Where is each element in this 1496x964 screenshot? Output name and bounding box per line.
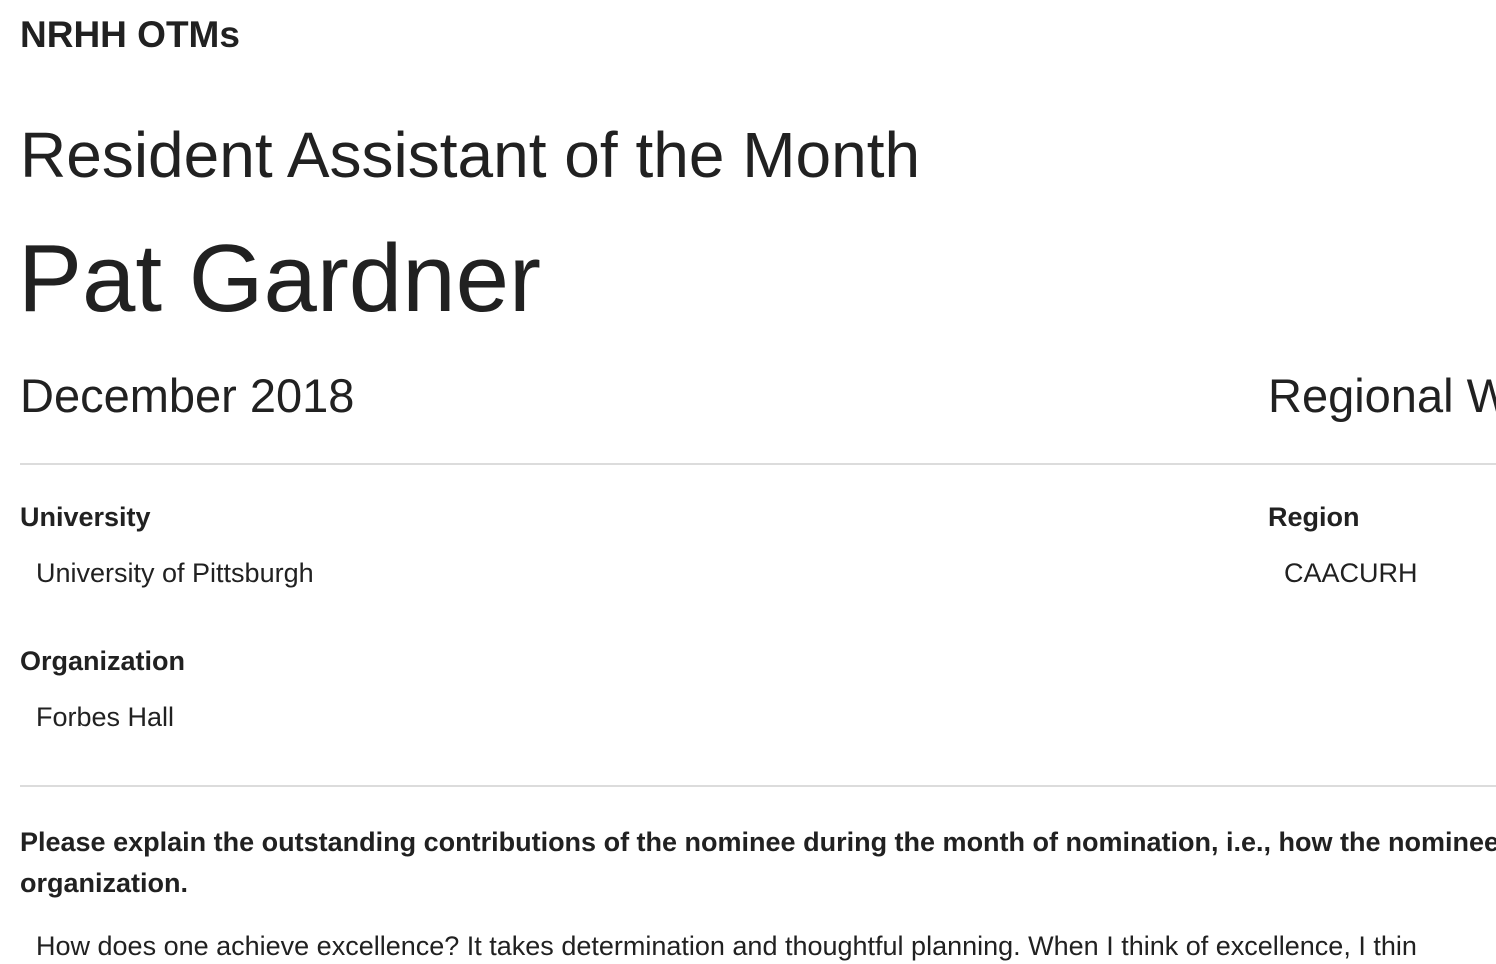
- award-month: December 2018: [20, 369, 355, 422]
- nominee-name: Pat Gardner: [18, 225, 541, 332]
- nomination-answer: How does one achieve excellence? It take…: [36, 931, 1417, 961]
- region-value: CAACURH: [1284, 558, 1418, 588]
- nomination-question: Please explain the outstanding contribut…: [20, 827, 1496, 898]
- section-divider: [20, 463, 1496, 465]
- organization-value: Forbes Hall: [36, 702, 175, 732]
- university-value: University of Pittsburgh: [36, 558, 314, 588]
- award-category-title: Resident Assistant of the Month: [20, 119, 921, 191]
- organization-label: Organization: [20, 646, 186, 676]
- region-label: Region: [1268, 502, 1360, 532]
- site-title[interactable]: NRHH OTMs: [20, 14, 240, 56]
- section-divider: [20, 785, 1496, 787]
- regional-status: Regional W: [1268, 369, 1496, 422]
- university-label: University: [20, 502, 151, 532]
- otm-page: NRHH OTMs Resident Assistant of the Mont…: [0, 0, 1496, 964]
